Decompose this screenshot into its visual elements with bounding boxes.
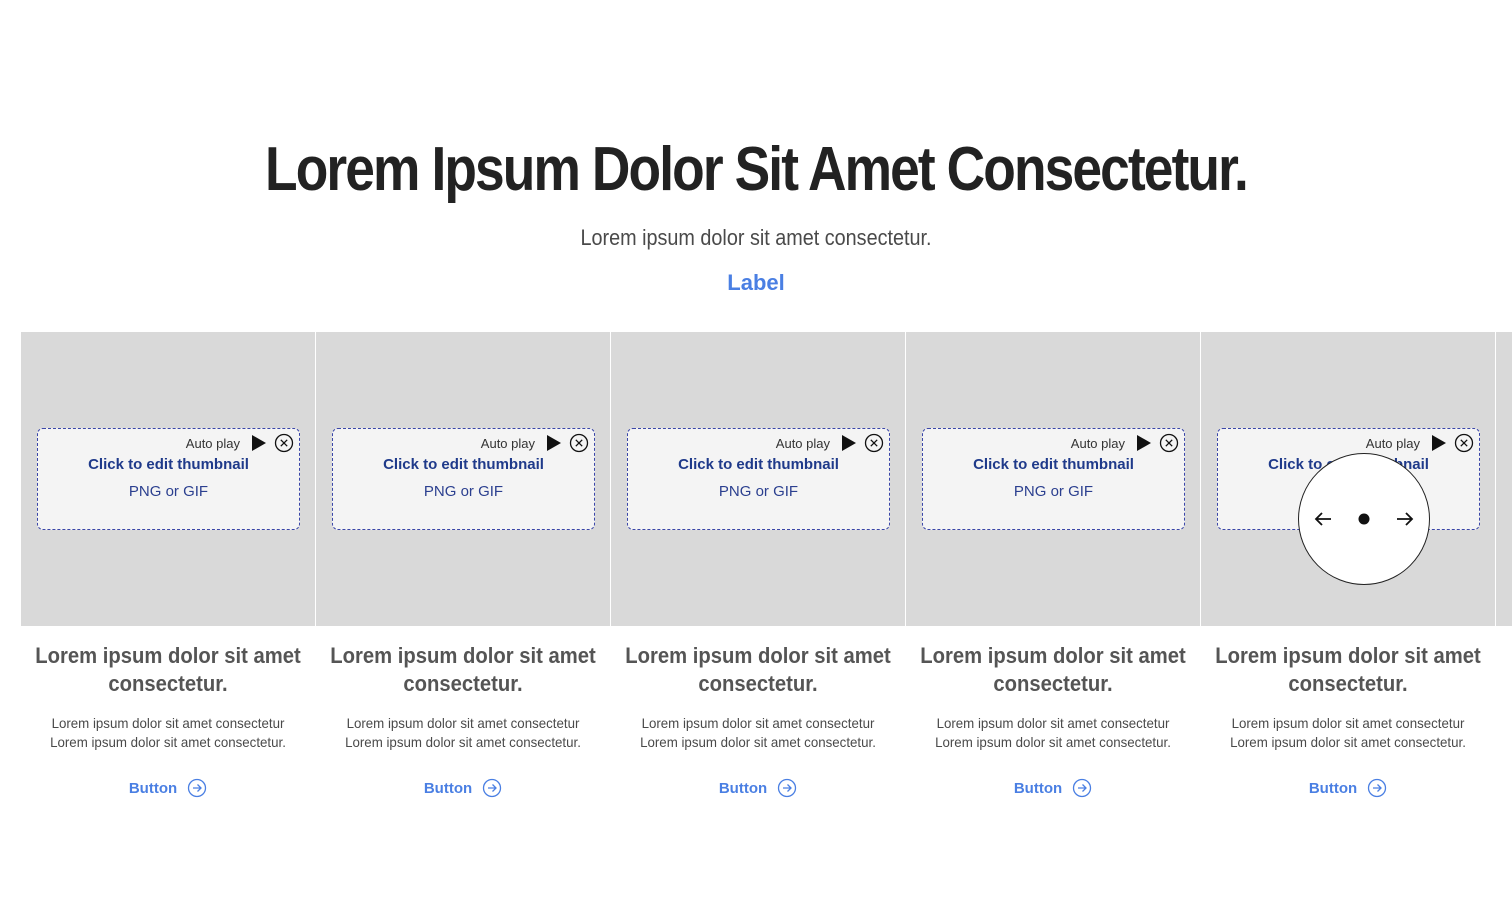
autoplay-label: Auto play [480,435,535,451]
play-icon[interactable] [840,434,858,452]
arrow-right-circle-icon [1072,778,1092,798]
card-description: Lorem ipsum dolor sit amet consectetur L… [1208,714,1487,752]
thumbnail-placeholder[interactable]: Auto play Click to edit thumbnail PNG or… [332,428,595,530]
card-description-line: Lorem ipsum dolor sit amet consectetur [641,715,875,731]
card-title: Lorem ipsum dolor sit amet consectetur. [330,643,596,696]
play-icon[interactable] [250,434,268,452]
card-description-line: Lorem ipsum dolor sit amet consectetur [346,715,580,731]
autoplay-controls: Auto play [186,432,294,454]
card-description-line: Lorem ipsum dolor sit amet consectetur. [935,734,1171,750]
card-media: Auto play Click to edit thumbnail PNG or… [611,332,905,626]
play-icon[interactable] [545,434,563,452]
card-media [1496,332,1512,626]
autoplay-label: Auto play [185,435,240,451]
card-description: Lorem ipsum dolor sit amet consectetur L… [323,714,602,752]
arrow-right-circle-icon [1367,778,1387,798]
card-description-line: Lorem ipsum dolor sit amet consectetur [51,715,285,731]
card-button-label: Button [718,779,768,797]
autoplay-label: Auto play [1070,435,1125,451]
card-button[interactable]: Button [1201,776,1495,800]
page: Lorem Ipsum Dolor Sit Amet Consectetur. … [0,0,1512,905]
card-button-label: Button [1308,779,1358,797]
close-circle-icon[interactable] [1454,433,1474,453]
autoplay-controls: Auto play [1071,432,1179,454]
card-button[interactable]: Button [316,776,610,800]
card-button[interactable]: Button [611,776,905,800]
card-button-label: Button [128,779,178,797]
thumbnail-placeholder[interactable]: Auto play Click to edit thumbnail PNG or… [627,428,890,530]
card-title: Lorem ipsum dolor sit amet consectetur. [920,643,1186,696]
card-description-line: Lorem ipsum dolor sit amet consectetur. [50,734,286,750]
thumbnail-title: Click to edit thumbnail [88,456,249,473]
arrow-right-icon [1395,509,1415,529]
arrow-right-circle-icon [777,778,797,798]
close-circle-icon[interactable] [864,433,884,453]
arrow-right-circle-icon [187,778,207,798]
card-media: Auto play Click to edit thumbnail PNG or… [21,332,315,626]
carousel-card-partial [1496,332,1512,852]
card-description-line: Lorem ipsum dolor sit amet consectetur [1231,715,1465,731]
card-title: Lorem ipsum dolor sit amet consectetur. [35,643,301,696]
card-description-line: Lorem ipsum dolor sit amet consectetur. [1230,734,1466,750]
autoplay-controls: Auto play [776,432,884,454]
card-media: Auto play Click to edit thumbnail PNG or… [316,332,610,626]
thumbnail-title: Click to edit thumbnail [383,456,544,473]
arrow-left-icon [1313,509,1333,529]
card-title: Lorem ipsum dolor sit amet consectetur. [1215,643,1481,696]
card-description: Lorem ipsum dolor sit amet consectetur L… [913,714,1192,752]
card-description-line: Lorem ipsum dolor sit amet consectetur. [345,734,581,750]
thumbnail-format-hint: PNG or GIF [718,483,799,500]
card-button[interactable]: Button [21,776,315,800]
thumbnail-format-hint: PNG or GIF [128,483,209,500]
card-button-label: Button [423,779,473,797]
close-circle-icon[interactable] [274,433,294,453]
carousel-card: Auto play Click to edit thumbnail PNG or… [1201,332,1495,852]
card-button-label: Button [1013,779,1063,797]
autoplay-label: Auto play [1365,435,1420,451]
carousel-card: Auto play Click to edit thumbnail PNG or… [906,332,1200,852]
thumbnail-placeholder[interactable]: Auto play Click to edit thumbnail PNG or… [922,428,1185,530]
carousel-card: Auto play Click to edit thumbnail PNG or… [611,332,905,852]
thumbnail-format-hint: PNG or GIF [423,483,504,500]
thumbnail-format-hint: PNG or GIF [1013,483,1094,500]
card-title: Lorem ipsum dolor sit amet consectetur. [625,643,891,696]
close-circle-icon[interactable] [569,433,589,453]
card-description: Lorem ipsum dolor sit amet consectetur L… [618,714,897,752]
thumbnail-title: Click to edit thumbnail [678,456,839,473]
carousel-drag-handle[interactable] [1298,453,1430,585]
page-title: Lorem Ipsum Dolor Sit Amet Consectetur. [265,135,1249,204]
play-icon[interactable] [1430,434,1448,452]
card-description-line: Lorem ipsum dolor sit amet consectetur [936,715,1170,731]
play-icon[interactable] [1135,434,1153,452]
thumbnail-title: Click to edit thumbnail [973,456,1134,473]
card-carousel[interactable]: Auto play Click to edit thumbnail PNG or… [21,332,1512,852]
carousel-card: Auto play Click to edit thumbnail PNG or… [21,332,315,852]
close-circle-icon[interactable] [1159,433,1179,453]
page-subtitle: Lorem ipsum dolor sit amet consectetur. [580,225,932,250]
card-media: Auto play Click to edit thumbnail PNG or… [906,332,1200,626]
carousel-card: Auto play Click to edit thumbnail PNG or… [316,332,610,852]
card-button[interactable]: Button [906,776,1200,800]
card-description: Lorem ipsum dolor sit amet consectetur L… [28,714,307,752]
autoplay-label: Auto play [775,435,830,451]
section-label: Label [727,270,785,295]
card-description-line: Lorem ipsum dolor sit amet consectetur. [640,734,876,750]
autoplay-controls: Auto play [1366,432,1474,454]
thumbnail-placeholder[interactable]: Auto play Click to edit thumbnail PNG or… [37,428,300,530]
arrow-right-circle-icon [482,778,502,798]
drag-dot-icon [1358,513,1370,525]
autoplay-controls: Auto play [481,432,589,454]
